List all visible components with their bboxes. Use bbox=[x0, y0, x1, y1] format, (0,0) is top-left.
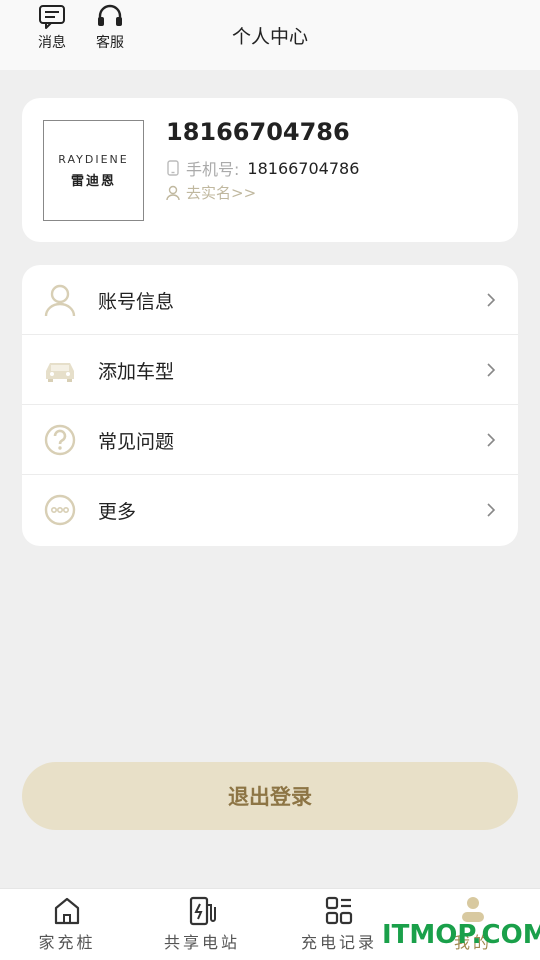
tab-charge-records[interactable]: 充电记录 bbox=[284, 895, 394, 955]
verify-realname-label: 去实名>> bbox=[186, 184, 257, 202]
tab-label: 共享电站 bbox=[163, 933, 240, 952]
menu-item-add-vehicle[interactable]: 添加车型 bbox=[22, 335, 518, 405]
menu-label: 添加车型 bbox=[98, 361, 175, 383]
charging-station-icon bbox=[189, 896, 216, 926]
more-icon bbox=[44, 494, 76, 526]
watermark: ITMOP.COM bbox=[382, 920, 540, 950]
chevron-right-icon bbox=[487, 363, 496, 377]
menu-label: 账号信息 bbox=[98, 291, 175, 313]
home-icon bbox=[54, 897, 80, 925]
phone-row: 手机号: 18166704786 bbox=[166, 156, 359, 180]
chevron-right-icon bbox=[487, 293, 496, 307]
tab-shared-station[interactable]: 共享电站 bbox=[147, 895, 257, 955]
menu-label: 常见问题 bbox=[98, 431, 175, 453]
verify-realname-link[interactable]: 去实名>> bbox=[166, 182, 256, 203]
phone-label: 手机号: bbox=[186, 160, 240, 179]
chevron-right-icon bbox=[487, 503, 496, 517]
menu-list: 账号信息 添加车型 常见问题 更多 bbox=[22, 265, 518, 546]
tab-label: 充电记录 bbox=[300, 933, 377, 952]
profile-page: 消息 客服 个人中心 RAYDIENE 雷迪恩 18166704786 手机号:… bbox=[0, 0, 540, 960]
car-icon bbox=[46, 363, 74, 382]
page-title: 个人中心 bbox=[231, 26, 308, 48]
menu-item-faq[interactable]: 常见问题 bbox=[22, 405, 518, 475]
question-icon bbox=[44, 424, 76, 456]
menu-item-account-info[interactable]: 账号信息 bbox=[22, 265, 518, 335]
tab-home-charger[interactable]: 家充桩 bbox=[12, 895, 122, 955]
menu-label: 更多 bbox=[98, 501, 137, 523]
chevron-right-icon bbox=[487, 433, 496, 447]
brand-logo-text: RAYDIENE bbox=[58, 152, 129, 166]
tab-label: 家充桩 bbox=[38, 933, 96, 952]
menu-item-more[interactable]: 更多 bbox=[22, 475, 518, 545]
header: 消息 客服 个人中心 bbox=[0, 0, 540, 70]
records-icon bbox=[325, 896, 353, 925]
avatar[interactable]: RAYDIENE 雷迪恩 bbox=[43, 120, 144, 221]
user-icon bbox=[44, 284, 76, 317]
logout-button[interactable]: 退出登录 bbox=[22, 762, 518, 830]
phone-icon bbox=[167, 160, 179, 176]
brand-logo-cn: 雷迪恩 bbox=[70, 173, 116, 189]
profile-card: RAYDIENE 雷迪恩 18166704786 手机号: 1816670478… bbox=[22, 98, 518, 242]
phone-value: 18166704786 bbox=[247, 158, 360, 178]
person-icon bbox=[166, 185, 180, 200]
user-name: 18166704786 bbox=[166, 118, 350, 146]
